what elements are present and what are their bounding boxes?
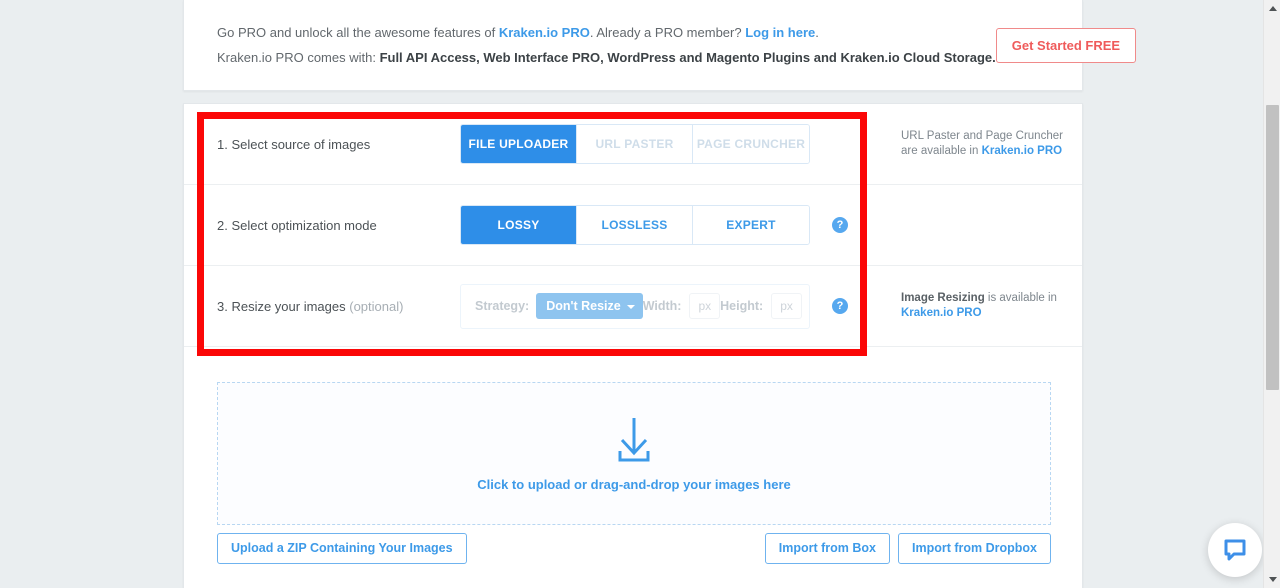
cloud-import-buttons: Import from Box Import from Dropbox	[764, 533, 1051, 564]
source-option-page-cruncher[interactable]: PAGE CRUNCHER	[693, 125, 809, 163]
pro-banner-line-1: Go PRO and unlock all the awesome featur…	[217, 20, 996, 45]
upload-dropzone[interactable]: Click to upload or drag-and-drop your im…	[217, 382, 1051, 525]
pro-banner-line2-features: Full API Access, Web Interface PRO, Word…	[379, 50, 996, 65]
step-3-note-line2: Kraken.io PRO	[901, 306, 1086, 321]
step-3-side-note: Image Resizing is available in Kraken.io…	[901, 291, 1086, 321]
step-1-note-line2: are available in Kraken.io PRO	[901, 144, 1086, 159]
pro-banner-line1-text2: . Already a PRO member?	[589, 25, 746, 40]
import-from-box-button[interactable]: Import from Box	[764, 533, 890, 564]
width-label: Width:	[642, 299, 682, 313]
step-3-note-bold: Image Resizing	[901, 292, 985, 304]
width-input[interactable]: px	[689, 293, 721, 319]
strategy-select[interactable]: Don't Resize	[536, 293, 643, 319]
scroll-down-arrow-icon[interactable]	[1264, 571, 1280, 588]
download-arrow-icon	[607, 415, 661, 468]
step-3-note-text: is available in	[984, 292, 1057, 304]
pro-banner-line1-text1: Go PRO and unlock all the awesome featur…	[217, 25, 499, 40]
pro-banner-text: Go PRO and unlock all the awesome featur…	[217, 20, 996, 70]
scrollbar-thumb[interactable]	[1266, 105, 1279, 390]
step-3-label: 3. Resize your images (optional)	[217, 299, 460, 314]
pro-banner-card: Go PRO and unlock all the awesome featur…	[183, 0, 1137, 91]
height-input[interactable]: px	[771, 293, 802, 319]
mode-option-lossless[interactable]: LOSSLESS	[577, 206, 693, 244]
chat-widget-button[interactable]	[1208, 523, 1262, 577]
step-3-label-text: 3. Resize your images	[217, 298, 350, 314]
pro-banner-line2-text1: Kraken.io PRO comes with:	[217, 50, 380, 65]
step-2-label: 2. Select optimization mode	[217, 217, 377, 233]
pro-banner-line1-text3: .	[815, 25, 819, 40]
step-3-note-link[interactable]: Kraken.io PRO	[901, 307, 982, 319]
help-icon-resize[interactable]: ?	[832, 298, 848, 314]
page-container: Go PRO and unlock all the awesome featur…	[183, 0, 1137, 588]
mode-option-expert[interactable]: EXPERT	[693, 206, 809, 244]
step-1-row: 1. Select source of images FILE UPLOADER…	[184, 104, 1082, 185]
step-1-note-text: are available in	[901, 145, 982, 157]
chevron-down-icon	[626, 305, 635, 309]
mode-option-lossy[interactable]: LOSSY	[461, 206, 577, 244]
step-2-row: 2. Select optimization mode LOSSY LOSSLE…	[184, 185, 1082, 266]
step-3-row: 3. Resize your images (optional) Strateg…	[184, 266, 1082, 347]
upload-zip-button[interactable]: Upload a ZIP Containing Your Images	[217, 533, 467, 564]
pro-banner-line-2: Kraken.io PRO comes with: Full API Acces…	[217, 45, 996, 70]
step-3-note-line1: Image Resizing is available in	[901, 291, 1086, 306]
source-option-file-uploader[interactable]: FILE UPLOADER	[461, 125, 577, 163]
strategy-label: Strategy:	[475, 299, 530, 313]
resize-controls-group: Strategy: Don't Resize Width: px Height:…	[460, 283, 810, 329]
help-icon-optimization-mode[interactable]: ?	[832, 217, 848, 233]
chat-bubble-icon	[1224, 539, 1246, 561]
dropzone-label: Click to upload or drag-and-drop your im…	[477, 477, 791, 492]
log-in-here-link[interactable]: Log in here	[745, 25, 815, 40]
step-1-note-link[interactable]: Kraken.io PRO	[982, 145, 1063, 157]
optimizer-card: 1. Select source of images FILE UPLOADER…	[183, 103, 1083, 588]
source-option-url-paster[interactable]: URL PASTER	[577, 125, 693, 163]
kraken-pro-link[interactable]: Kraken.io PRO	[499, 25, 590, 40]
get-started-free-button[interactable]: Get Started FREE	[995, 27, 1137, 63]
height-label: Height:	[720, 299, 764, 313]
step-1-side-note: URL Paster and Page Cruncher are availab…	[901, 129, 1086, 159]
step-1-label: 1. Select source of images	[217, 136, 371, 152]
step-1-note-line1: URL Paster and Page Cruncher	[901, 130, 1063, 142]
step-3-label-optional: (optional)	[349, 298, 404, 314]
import-from-dropbox-button[interactable]: Import from Dropbox	[898, 533, 1051, 564]
optimization-mode-segmented-control: LOSSY LOSSLESS EXPERT	[460, 205, 810, 245]
vertical-scrollbar[interactable]	[1263, 0, 1280, 588]
import-buttons-row: Upload a ZIP Containing Your Images Impo…	[217, 533, 1051, 564]
strategy-select-value: Don't Resize	[546, 299, 621, 313]
scroll-up-arrow-icon[interactable]	[1264, 0, 1280, 17]
source-segmented-control: FILE UPLOADER URL PASTER PAGE CRUNCHER	[460, 124, 810, 164]
